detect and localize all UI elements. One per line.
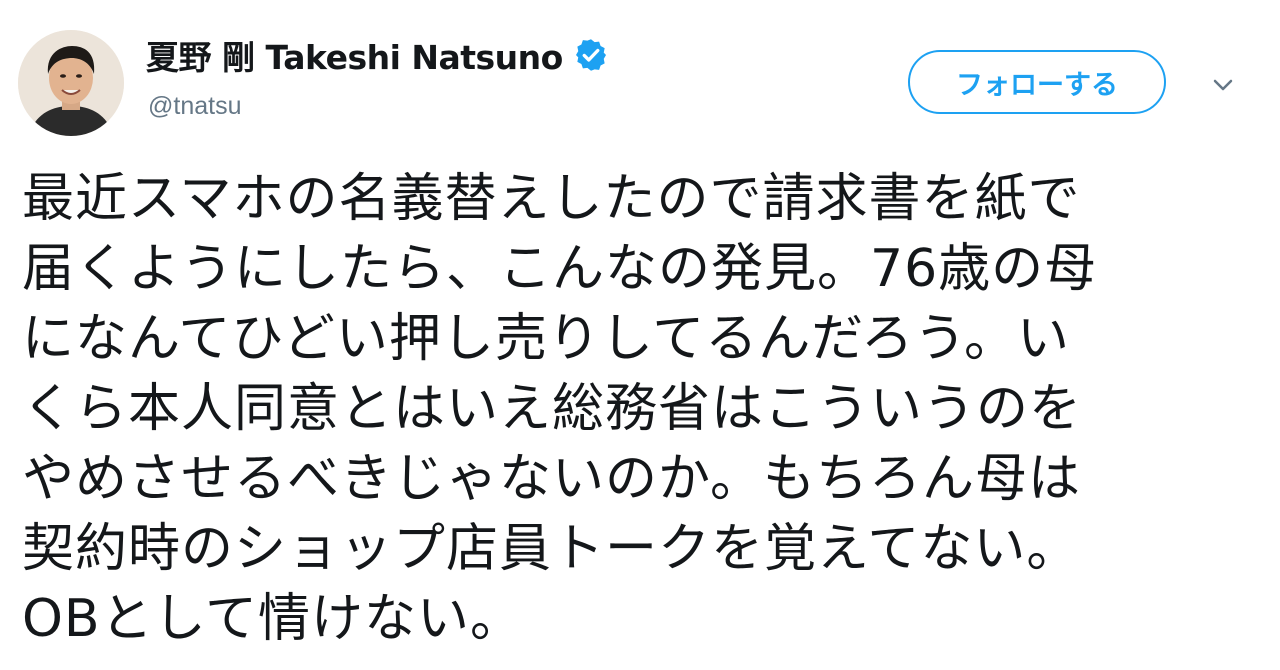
tweet-text-line: 契約時のショップ店員トークを覚えてない。 [22,519,1080,579]
tweet-card: 夏野 剛 Takeshi Natsuno @tnatsu フォローする 最近スマ… [0,0,1280,670]
tweet-text-line: やめさせるべきじゃないのか。もちろん母は [22,449,1081,509]
author-name-row[interactable]: 夏野 剛 Takeshi Natsuno [146,30,609,80]
author-handle[interactable]: @tnatsu [148,92,241,121]
tweet-text-line: 届くようにしたら、こんなの発見。76歳の母 [22,239,1098,299]
tweet-text-line: になんてひどい押し売りしてるんだろう。い [22,309,1071,369]
avatar[interactable] [18,30,124,136]
tweet-text: 最近スマホの名義替えしたので請求書を紙で 届くようにしたら、こんなの発見。76歳… [22,164,1262,654]
avatar-photo-icon [18,30,124,136]
chevron-down-icon[interactable] [1208,70,1238,100]
tweet-text-line: OBとして情けない。 [22,589,524,649]
author-display-name[interactable]: 夏野 剛 Takeshi Natsuno [146,31,563,79]
tweet-text-line: くら本人同意とはいえ総務省はこういうのを [22,379,1083,439]
follow-button[interactable]: フォローする [908,50,1166,114]
verified-badge-icon [573,37,609,73]
tweet-text-line: 最近スマホの名義替えしたので請求書を紙で [22,169,1081,229]
